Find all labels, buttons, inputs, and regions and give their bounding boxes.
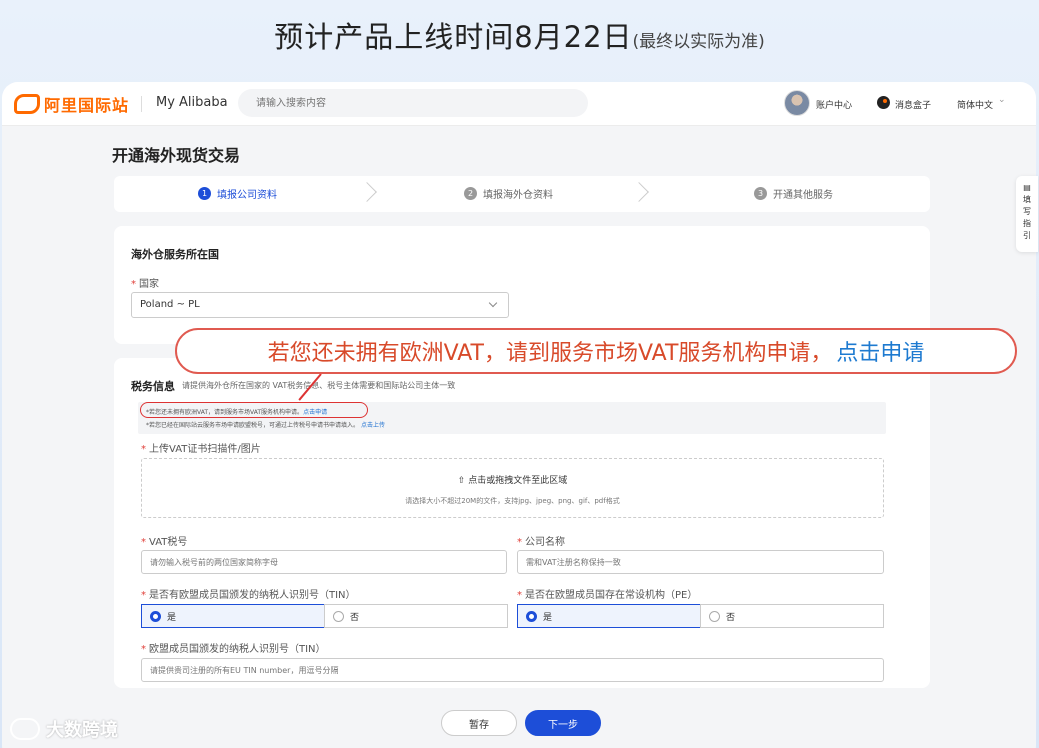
notice-line-2: *若您已经在国际站云服务市场申请欧盟税号，可通过上传税号申请书申请填入。 点击上… — [146, 422, 385, 429]
next-step-button[interactable]: 下一步 — [525, 710, 601, 736]
eu-tin-label: * 欧盟成员国颁发的纳税人识别号（TIN） — [141, 644, 326, 655]
upload-link[interactable]: 点击上传 — [361, 422, 385, 429]
guide-icon: ▤ — [1023, 183, 1031, 192]
pe-yes-radio[interactable]: 是 — [517, 604, 701, 628]
chevron-down-icon[interactable]: ⌄ — [998, 95, 1006, 105]
radio-icon — [709, 610, 720, 622]
divider — [141, 96, 142, 112]
step-arrow-icon — [629, 182, 649, 202]
upload-label: * 上传VAT证书扫描件/图片 — [141, 444, 261, 455]
radio-selected-icon — [526, 610, 537, 622]
upload-icon: ⇧ — [457, 476, 469, 486]
step-1-number: 1 — [198, 187, 211, 200]
step-1-label: 填报公司资料 — [217, 190, 277, 201]
step-3-number: 3 — [754, 187, 767, 200]
step-2-number: 2 — [464, 187, 477, 200]
tax-info-card: 税务信息 请提供海外仓所在国家的 VAT税务信息、税号主体需要和国际站公司主体一… — [114, 358, 930, 688]
warehouse-heading: 海外仓服务所在国 — [131, 248, 219, 261]
logo-text: 阿里国际站 — [44, 96, 130, 115]
avatar[interactable] — [784, 90, 810, 116]
tax-description: 请提供海外仓所在国家的 VAT税务信息、税号主体需要和国际站公司主体一致 — [182, 381, 456, 390]
fill-guide-tab[interactable]: ▤ 填写指引 — [1016, 176, 1038, 252]
language-selector[interactable]: 简体中文 — [957, 98, 993, 111]
eu-tin-input[interactable] — [141, 658, 884, 682]
message-box-link[interactable]: 消息盒子 — [895, 98, 931, 111]
callout-apply-link[interactable]: 点击申请 — [836, 335, 924, 367]
step-2-label: 填报海外仓资料 — [483, 190, 553, 201]
step-3-label: 开通其他服务 — [773, 190, 833, 201]
page-title: 开通海外现货交易 — [112, 146, 241, 165]
company-name-input[interactable] — [517, 550, 884, 574]
tin-question: * 是否有欧盟成员国颁发的纳税人识别号（TIN） — [141, 590, 356, 601]
pe-question: * 是否在欧盟成员国存在常设机构（PE） — [517, 590, 698, 601]
announcement-banner: 预计产品上线时间8月22日(最终以实际为准) — [0, 14, 1039, 56]
highlight-circle — [140, 402, 368, 418]
tax-title: 税务信息 — [131, 380, 175, 393]
step-1: 1 填报公司资料 — [198, 186, 277, 201]
alibaba-logo[interactable]: 阿里国际站 — [14, 92, 129, 116]
tin-no-radio[interactable]: 否 — [324, 604, 508, 628]
upload-main-text: ⇧ 点击或拖拽文件至此区域 — [457, 476, 568, 486]
pe-no-radio[interactable]: 否 — [700, 604, 884, 628]
launch-date-text: 预计产品上线时间8月22日 — [274, 20, 633, 54]
upload-dropzone[interactable]: ⇧ 点击或拖拽文件至此区域 请选择大小不超过20M的文件，支持jpg、jpeg、… — [141, 458, 884, 518]
step-arrow-icon — [357, 182, 377, 202]
radio-selected-icon — [150, 610, 161, 622]
search-input[interactable] — [238, 89, 588, 117]
radio-icon — [333, 610, 344, 622]
browser-window: 阿里国际站 My Alibaba 账户中心 消息盒子 简体中文 ⌄ 开通海外现货… — [2, 82, 1036, 748]
country-select-value: Poland ~ PL — [140, 299, 200, 310]
vat-label: * VAT税号 — [141, 537, 188, 548]
tin-yes-radio[interactable]: 是 — [141, 604, 325, 628]
country-select[interactable]: Poland ~ PL — [131, 292, 509, 318]
my-alibaba-link[interactable]: My Alibaba — [156, 95, 228, 110]
step-indicator: 1 填报公司资料 2 填报海外仓资料 3 开通其他服务 — [114, 176, 930, 212]
launch-date-note: (最终以实际为准) — [632, 32, 765, 52]
step-2: 2 填报海外仓资料 — [464, 186, 553, 201]
chevron-down-icon — [488, 298, 498, 308]
watermark-logo-icon — [10, 718, 40, 740]
upload-hint: 请选择大小不超过20M的文件，支持jpg、jpeg、png、gif、pdf格式 — [405, 497, 620, 505]
company-label: * 公司名称 — [517, 537, 565, 548]
save-draft-button[interactable]: 暂存 — [441, 710, 517, 736]
vat-input[interactable] — [141, 550, 507, 574]
step-3: 3 开通其他服务 — [754, 186, 833, 201]
account-center-link[interactable]: 账户中心 — [816, 98, 852, 111]
country-label: * 国家 — [131, 279, 159, 290]
callout-text: 若您还未拥有欧洲VAT，请到服务市场VAT服务机构申请， — [267, 341, 833, 366]
warehouse-country-card: 海外仓服务所在国 * 国家 Poland ~ PL — [114, 226, 930, 344]
watermark: 大数跨境 — [10, 716, 118, 742]
alibaba-logo-icon — [14, 94, 40, 114]
message-box-icon[interactable] — [877, 96, 890, 109]
vat-callout: 若您还未拥有欧洲VAT，请到服务市场VAT服务机构申请， 点击申请 — [175, 328, 1017, 374]
top-navbar: 阿里国际站 My Alibaba 账户中心 消息盒子 简体中文 ⌄ — [2, 82, 1036, 126]
